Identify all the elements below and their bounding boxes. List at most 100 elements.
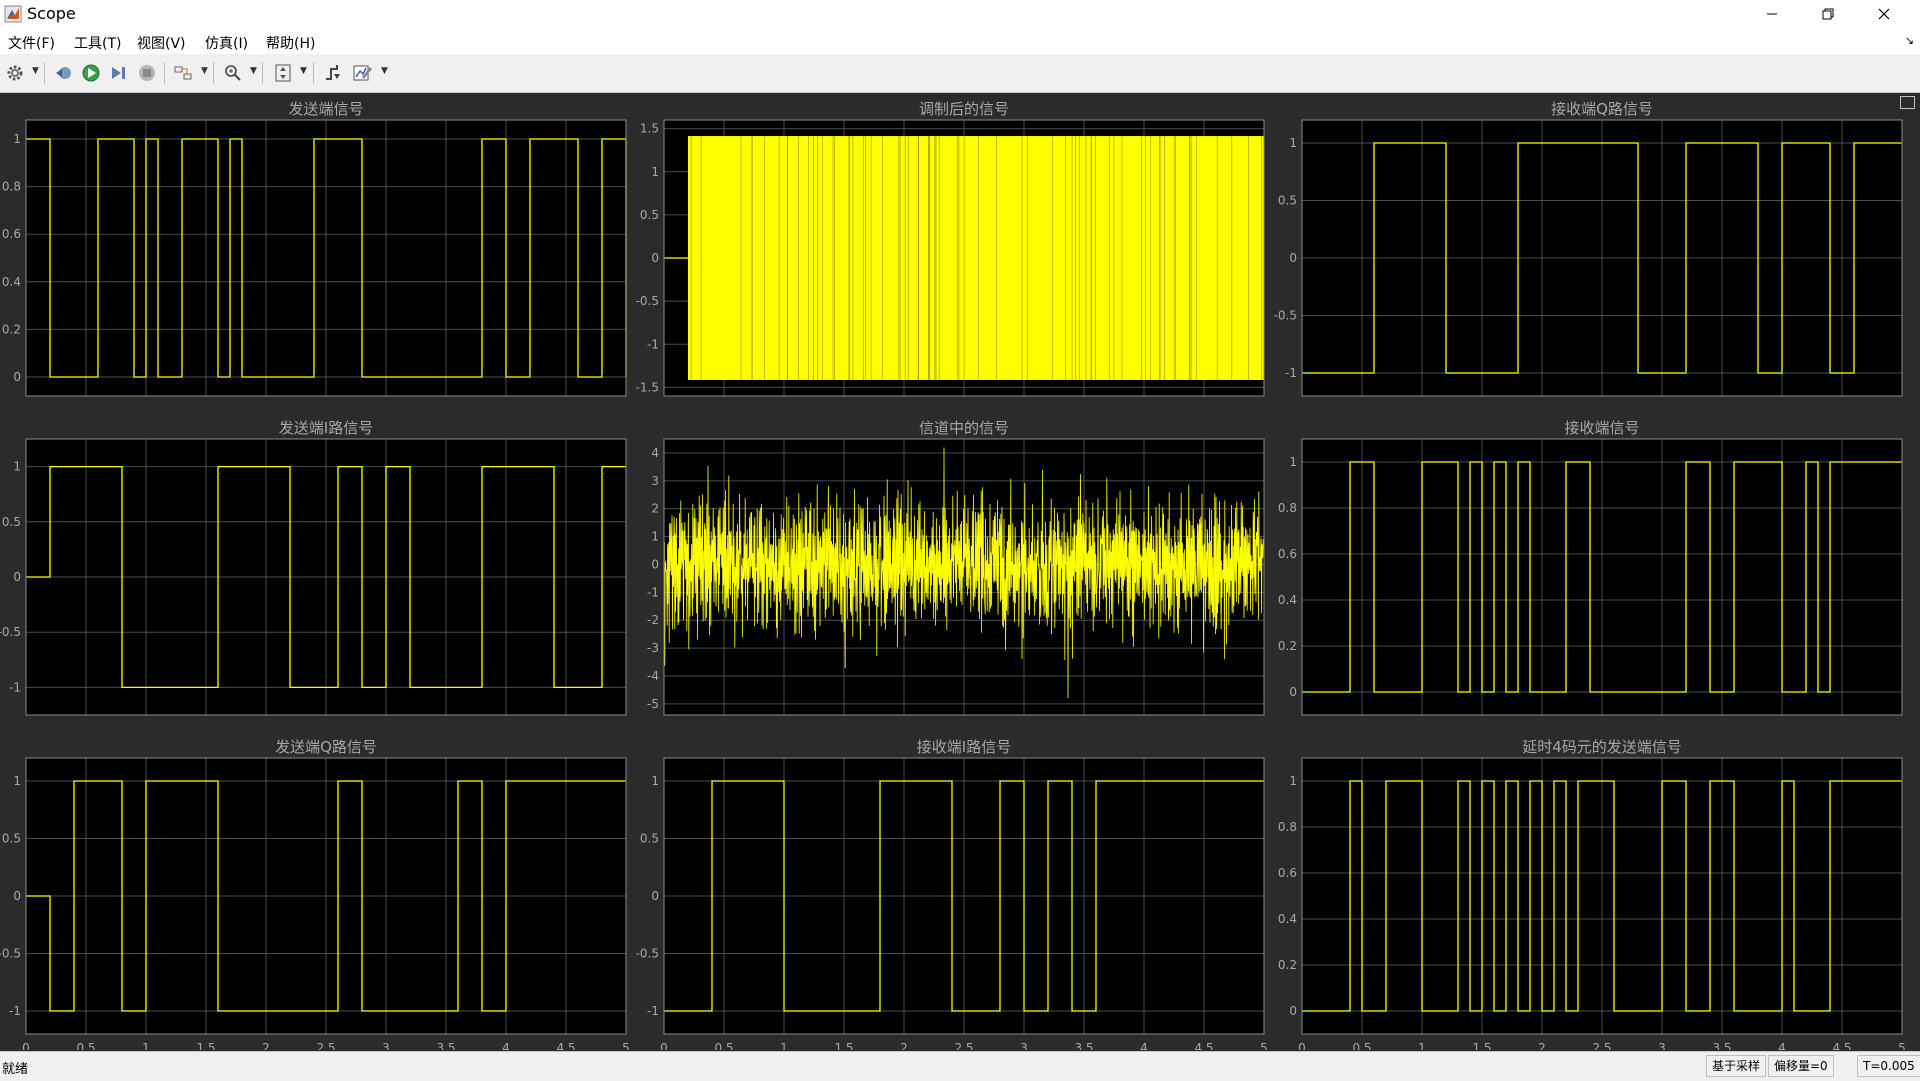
scope-axes: 信道中的信号-5-4-3-2-101234 [647, 419, 1264, 715]
dropdown-arrow-icon[interactable]: ▼ [250, 66, 257, 76]
y-tick-label: 0.5 [2, 832, 21, 846]
triggers-button[interactable] [320, 61, 346, 85]
measurements-icon [352, 63, 374, 83]
y-tick-label: 1 [13, 132, 21, 146]
y-tick-label: -1 [647, 1004, 659, 1018]
measurements-button[interactable] [350, 61, 376, 85]
y-tick-label: 0 [13, 570, 21, 584]
menu-help[interactable]: 帮助(H) [266, 33, 315, 53]
scope-axes: 接收端Q路信号-1-0.500.51 [1274, 100, 1902, 396]
axes-title: 发送端I路信号 [279, 419, 373, 437]
y-tick-label: 1 [651, 530, 659, 544]
collapse-arrow-icon[interactable]: ↘ [1905, 34, 1914, 47]
menu-view[interactable]: 视图(V) [137, 33, 186, 53]
scope-axes: 延时4码元的发送端信号00.20.40.60.8100.511.522.533.… [1278, 738, 1906, 1050]
x-tick-label: 1.5 [1472, 1041, 1491, 1050]
y-tick-label: 0.5 [2, 515, 21, 529]
y-tick-label: 0.4 [2, 275, 21, 289]
y-tick-label: 0 [651, 557, 659, 571]
settings-button[interactable] [2, 61, 28, 85]
step-back-button[interactable] [50, 61, 76, 85]
dropdown-arrow-icon[interactable]: ▼ [201, 66, 208, 76]
y-tick-label: 0.5 [640, 208, 659, 222]
y-tick-label: 0 [1289, 251, 1297, 265]
highlight-block-button[interactable] [170, 61, 196, 85]
offset-cell: 偏移量=0 [1768, 1055, 1834, 1077]
time-cell: T=0.005 [1857, 1055, 1920, 1077]
stop-button[interactable] [134, 61, 160, 85]
x-tick-label: 5 [1260, 1041, 1268, 1050]
zoom-button[interactable] [220, 61, 246, 85]
x-tick-label: 4.5 [1194, 1041, 1213, 1050]
x-tick-label: 0 [22, 1041, 30, 1050]
y-tick-label: -0.5 [0, 625, 21, 639]
y-tick-label: 1 [651, 165, 659, 179]
run-button[interactable] [78, 61, 104, 85]
x-tick-label: 2.5 [954, 1041, 973, 1050]
y-tick-label: 1 [651, 774, 659, 788]
x-tick-label: 2.5 [1592, 1041, 1611, 1050]
step-forward-button[interactable] [106, 61, 132, 85]
x-tick-label: 4 [502, 1041, 510, 1050]
y-tick-label: -1 [647, 337, 659, 351]
status-text: 就绪 [2, 1058, 28, 1077]
y-tick-label: 1 [1289, 136, 1297, 150]
x-tick-label: 3 [1020, 1041, 1028, 1050]
step-back-icon [53, 64, 73, 82]
y-tick-label: -1.5 [636, 380, 659, 394]
x-tick-label: 3 [1658, 1041, 1666, 1050]
restore-button[interactable] [1800, 0, 1856, 28]
axes-title: 信道中的信号 [919, 419, 1009, 437]
x-tick-label: 2.5 [316, 1041, 335, 1050]
x-tick-label: 1.5 [196, 1041, 215, 1050]
scope-axes: 接收端信号00.20.40.60.81 [1278, 419, 1902, 715]
window-title: Scope [27, 4, 76, 23]
scope-plots: 发送端信号00.20.40.60.81调制后的信号-1.5-1-0.500.51… [0, 93, 1920, 1050]
toolbar-separator [262, 62, 263, 84]
close-button[interactable] [1856, 0, 1912, 28]
minimize-button[interactable] [1744, 0, 1800, 28]
x-tick-label: 3.5 [1712, 1041, 1731, 1050]
scope-axes: 发送端信号00.20.40.60.81 [2, 100, 626, 396]
x-tick-label: 0.5 [76, 1041, 95, 1050]
scope-plot-area: 发送端信号00.20.40.60.81调制后的信号-1.5-1-0.500.51… [0, 93, 1920, 1050]
dropdown-arrow-icon[interactable]: ▼ [32, 66, 39, 76]
x-tick-label: 2 [1538, 1041, 1546, 1050]
y-tick-label: -0.5 [636, 947, 659, 961]
restore-icon [1822, 8, 1834, 20]
y-tick-label: 0.8 [1278, 820, 1297, 834]
x-tick-label: 4.5 [556, 1041, 575, 1050]
title-bar: Scope [0, 0, 1920, 28]
y-tick-label: -1 [9, 680, 21, 694]
autoscale-button[interactable] [270, 61, 296, 85]
dropdown-arrow-icon[interactable]: ▼ [300, 66, 307, 76]
axes-title: 接收端信号 [1564, 419, 1639, 437]
x-tick-label: 1 [780, 1041, 788, 1050]
axes-title: 接收端I路信号 [917, 738, 1011, 756]
menu-file[interactable]: 文件(F) [8, 33, 55, 53]
y-tick-label: 0.4 [1278, 912, 1297, 926]
y-tick-label: -5 [647, 697, 659, 711]
y-tick-label: -1 [1285, 366, 1297, 380]
x-tick-label: 0.5 [714, 1041, 733, 1050]
triggers-icon [323, 63, 343, 83]
y-tick-label: 0 [651, 251, 659, 265]
y-tick-label: 0.2 [1278, 639, 1297, 653]
y-tick-label: 0.6 [2, 227, 21, 241]
scope-axes: 调制后的信号-1.5-1-0.500.511.5 [636, 100, 1264, 396]
x-tick-label: 4.5 [1832, 1041, 1851, 1050]
matlab-logo-icon [4, 5, 22, 23]
y-tick-label: -0.5 [636, 294, 659, 308]
menu-tools[interactable]: 工具(T) [74, 33, 121, 53]
y-tick-label: -4 [647, 669, 659, 683]
x-tick-label: 3.5 [1074, 1041, 1093, 1050]
status-bar: 就绪 基于采样 偏移量=0 T=0.005 [0, 1051, 1920, 1081]
menu-simulation[interactable]: 仿真(I) [205, 33, 248, 53]
toolbar-separator [213, 62, 214, 84]
y-tick-label: 0 [1289, 1004, 1297, 1018]
dropdown-arrow-icon[interactable]: ▼ [381, 66, 388, 76]
x-tick-label: 0.5 [1352, 1041, 1371, 1050]
undock-icon[interactable] [1900, 96, 1915, 109]
y-tick-label: 0.2 [1278, 958, 1297, 972]
y-tick-label: 0 [13, 370, 21, 384]
